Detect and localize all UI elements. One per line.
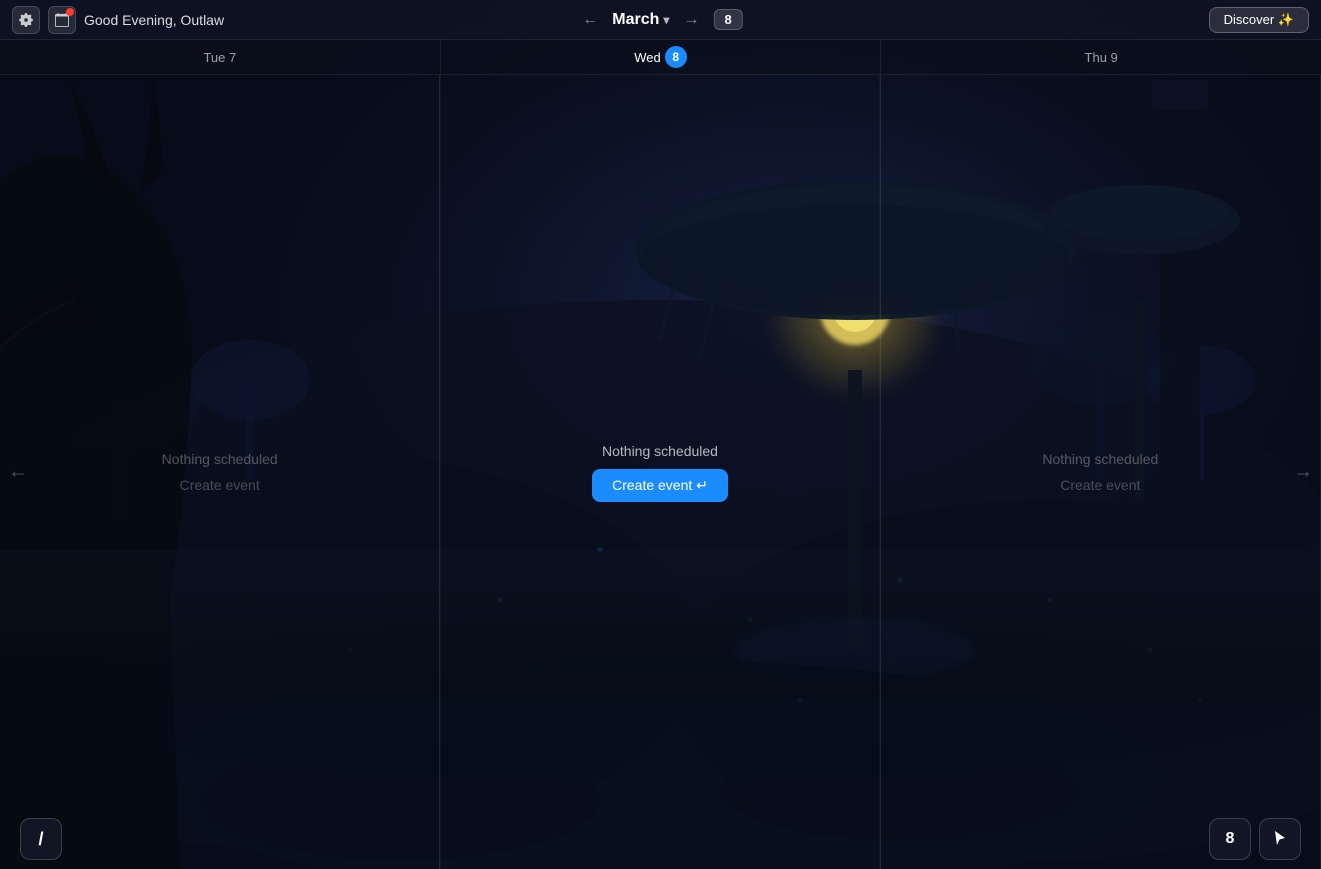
month-title[interactable]: March ▾	[612, 11, 669, 29]
nothing-scheduled-thu: Nothing scheduled	[1042, 451, 1158, 467]
create-event-text-tue[interactable]: Create event	[180, 477, 260, 493]
create-event-label: Create event ↵	[612, 477, 708, 494]
calendar-area: ← Nothing scheduled Create event Nothing…	[0, 75, 1321, 869]
day-column-thu: Nothing scheduled Create event	[881, 75, 1321, 869]
dropdown-icon: ▾	[663, 13, 669, 27]
settings-button[interactable]	[12, 6, 40, 34]
create-event-button[interactable]: Create event ↵	[592, 469, 728, 502]
day-column-tue: Nothing scheduled Create event	[0, 75, 440, 869]
notification-dot	[66, 8, 74, 16]
day-header-tue: Tue 7	[0, 40, 441, 74]
header-right: Discover ✨	[1209, 7, 1309, 33]
cursor-button[interactable]	[1259, 818, 1301, 860]
cursor-icon	[1272, 831, 1288, 847]
day-header-thu: Thu 9	[881, 40, 1321, 74]
header: Good Evening, Outlaw ← March ▾ → 8 Disco…	[0, 0, 1321, 40]
today-bottom-button[interactable]: 8	[1209, 818, 1251, 860]
day-header-label-tue: Tue 7	[203, 50, 236, 65]
bottom-bar: / 8	[0, 809, 1321, 869]
slash-button[interactable]: /	[20, 818, 62, 860]
day-header-label-wed: Wed	[634, 50, 661, 65]
day-column-wed: Nothing scheduled Create event ↵	[440, 75, 880, 869]
month-label: March	[612, 11, 659, 29]
today-circle: 8	[665, 46, 687, 68]
nothing-scheduled-wed: Nothing scheduled	[602, 443, 718, 459]
days-header: Tue 7 Wed 8 Thu 9	[0, 40, 1321, 75]
day-number-badge[interactable]: 8	[713, 9, 742, 30]
header-left: Good Evening, Outlaw	[12, 6, 224, 34]
bottom-right-controls: 8	[1209, 818, 1301, 860]
day-header-label-thu: Thu 9	[1085, 50, 1118, 65]
gear-icon	[19, 13, 33, 27]
next-nav-arrow[interactable]: →	[679, 9, 703, 31]
create-event-text-thu[interactable]: Create event	[1060, 477, 1140, 493]
header-center: ← March ▾ → 8	[578, 9, 742, 31]
right-edge-arrow[interactable]: →	[1293, 461, 1313, 484]
left-edge-arrow[interactable]: ←	[8, 461, 28, 484]
calendar-icon-wrap	[48, 6, 76, 34]
discover-button[interactable]: Discover ✨	[1209, 7, 1309, 33]
day-header-wed: Wed 8	[441, 40, 882, 74]
nothing-scheduled-tue: Nothing scheduled	[162, 451, 278, 467]
prev-nav-arrow[interactable]: ←	[578, 9, 602, 31]
greeting-text: Good Evening, Outlaw	[84, 12, 224, 28]
month-nav: March ▾	[612, 11, 669, 29]
